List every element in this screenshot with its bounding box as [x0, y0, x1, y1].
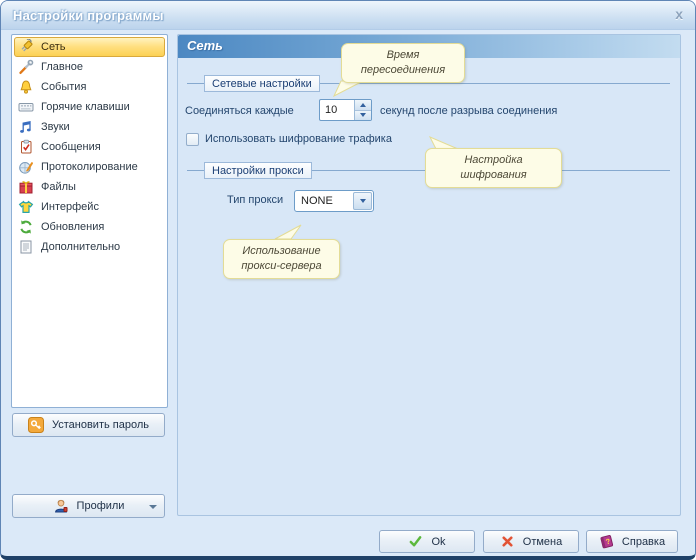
sidebar-item-bell[interactable]: События — [14, 77, 165, 97]
window-title: Настройки программы — [13, 8, 164, 23]
callout-encryption: Настройка шифрования — [425, 148, 562, 188]
help-label: Справка — [622, 536, 665, 548]
sidebar-item-label: Сообщения — [41, 141, 101, 153]
reconnect-seconds-spinner[interactable]: 10 — [319, 99, 372, 121]
sidebar-item-shirt[interactable]: Интерфейс — [14, 197, 165, 217]
sidebar-item-label: Протоколирование — [41, 161, 138, 173]
settings-dialog: Настройки программы x Сеть Главное События… — [0, 0, 696, 560]
sidebar-item-label: Звуки — [41, 121, 70, 133]
sidebar-item-label: Интерфейс — [41, 201, 99, 213]
sidebar-item-gift[interactable]: Файлы — [14, 177, 165, 197]
sidebar-item-clipboard[interactable]: Сообщения — [14, 137, 165, 157]
title-bar[interactable]: Настройки программы x — [1, 1, 695, 30]
reconnect-seconds-value: 10 — [320, 100, 354, 120]
spinner-buttons — [354, 100, 371, 120]
sidebar-item-logging[interactable]: Протоколирование — [14, 157, 165, 177]
reconnect-label-before: Соединяться каждые — [185, 105, 294, 117]
cancel-button[interactable]: Отмена — [483, 530, 579, 553]
network-icon — [18, 39, 34, 55]
spinner-down-icon[interactable] — [355, 111, 371, 121]
sidebar-item-network[interactable]: Сеть — [14, 37, 165, 57]
profiles-label: Профили — [77, 500, 125, 512]
sidebar-item-label: Горячие клавиши — [41, 101, 130, 113]
sidebar-list: Сеть Главное События Горячие клавиши Звуки Со… — [11, 34, 168, 408]
help-book-icon: ? — [599, 534, 614, 549]
callout-reconnect-time: Время пересоединения — [341, 43, 465, 83]
sidebar-item-label: События — [41, 81, 86, 93]
encryption-checkbox[interactable] — [186, 133, 199, 146]
proxy-type-label: Тип прокси — [227, 194, 283, 206]
cancel-x-icon — [500, 534, 515, 549]
sidebar-item-document[interactable]: Дополнительно — [14, 237, 165, 257]
gift-icon — [18, 179, 34, 195]
keyboard-icon — [18, 99, 34, 115]
help-button[interactable]: ? Справка — [586, 530, 678, 553]
spinner-up-icon[interactable] — [355, 100, 371, 111]
page-title: Сеть — [187, 38, 223, 53]
set-password-label: Установить пароль — [52, 419, 149, 431]
proxy-type-dropdown[interactable]: NONE — [294, 190, 374, 212]
reconnect-label-after: секунд после разрыва соединения — [380, 105, 557, 117]
sidebar-item-keyboard[interactable]: Горячие клавиши — [14, 97, 165, 117]
sidebar-item-label: Дополнительно — [41, 241, 120, 253]
ok-label: Ok — [431, 536, 445, 548]
chevron-down-icon — [149, 505, 157, 509]
shirt-icon — [18, 199, 34, 215]
close-icon[interactable]: x — [675, 6, 683, 22]
settings-window: Настройки программы x Сеть Главное События… — [0, 0, 696, 560]
clipboard-icon — [18, 139, 34, 155]
document-icon — [18, 239, 34, 255]
proxy-group-title: Настройки прокси — [204, 162, 312, 179]
proxy-type-value: NONE — [295, 191, 352, 211]
dropdown-arrow-icon[interactable] — [353, 192, 372, 210]
network-group-title: Сетевые настройки — [204, 75, 320, 92]
callout-proxy-usage: Использование прокси-сервера — [223, 239, 340, 279]
sidebar-item-label: Обновления — [41, 221, 104, 233]
sidebar-item-music-note[interactable]: Звуки — [14, 117, 165, 137]
tools-icon — [18, 59, 34, 75]
music-note-icon — [18, 119, 34, 135]
person-icon — [53, 498, 69, 514]
sidebar-item-label: Главное — [41, 61, 83, 73]
encryption-checkbox-label[interactable]: Использовать шифрование трафика — [205, 133, 392, 145]
key-icon — [28, 417, 44, 433]
ok-button[interactable]: Ok — [379, 530, 475, 553]
sidebar-item-label: Файлы — [41, 181, 76, 193]
cancel-label: Отмена — [523, 536, 562, 548]
sidebar-item-tools[interactable]: Главное — [14, 57, 165, 77]
bell-icon — [18, 79, 34, 95]
sidebar-item-label: Сеть — [41, 41, 65, 53]
profiles-button[interactable]: Профили — [12, 494, 165, 518]
refresh-icon — [18, 219, 34, 235]
set-password-button[interactable]: Установить пароль — [12, 413, 165, 437]
logging-icon — [18, 159, 34, 175]
ok-check-icon — [408, 534, 423, 549]
sidebar-item-refresh[interactable]: Обновления — [14, 217, 165, 237]
